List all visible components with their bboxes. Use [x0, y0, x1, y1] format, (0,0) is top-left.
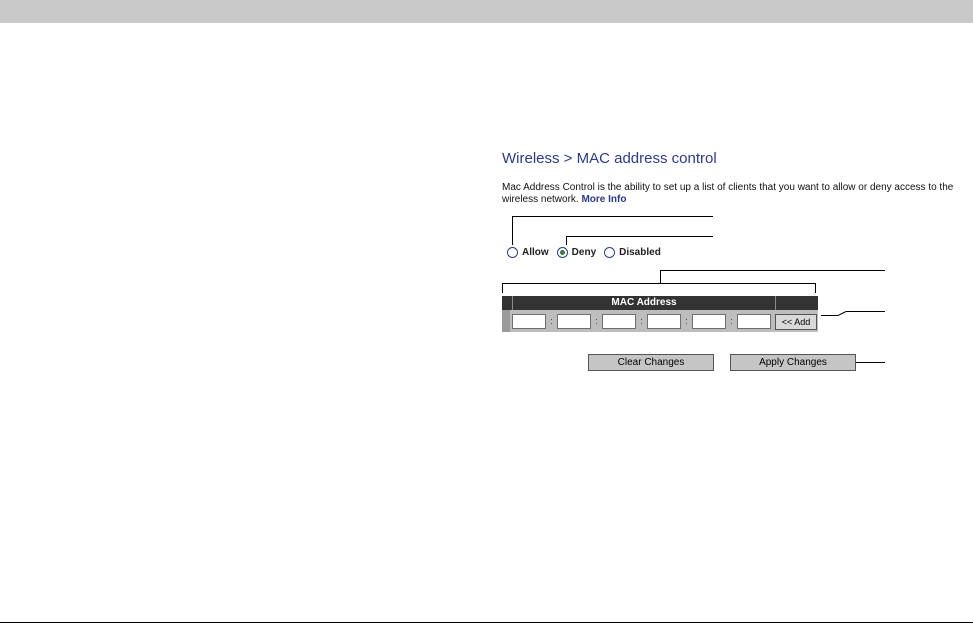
mac-separator: : — [685, 316, 688, 326]
mac-separator: : — [730, 316, 733, 326]
mac-octet-4[interactable] — [647, 314, 681, 329]
mac-octet-5[interactable] — [692, 314, 726, 329]
mac-octet-2[interactable] — [557, 314, 591, 329]
radio-allow[interactable]: Allow — [507, 247, 549, 258]
radio-disabled-circle[interactable] — [604, 247, 616, 258]
add-mac-button[interactable]: << Add — [775, 314, 817, 330]
callout-bracket-mac-table — [502, 283, 816, 293]
radio-deny[interactable]: Deny — [556, 247, 597, 258]
more-info-link[interactable]: More Info — [581, 194, 626, 205]
mac-address-fields: : : : : : — [512, 314, 771, 329]
radio-allow-circle[interactable] — [507, 247, 518, 258]
callout-line-allow — [512, 216, 713, 245]
mac-separator: : — [550, 316, 553, 326]
mac-row-strip — [502, 310, 510, 332]
callout-line-mac-table — [660, 270, 885, 283]
bottom-rule — [0, 622, 973, 623]
access-mode-group: Allow Deny Disabled — [507, 247, 669, 258]
radio-disabled-label: Disabled — [619, 247, 661, 258]
page-description: Mac Address Control is the ability to se… — [502, 182, 973, 206]
radio-disabled[interactable]: Disabled — [604, 247, 661, 258]
mac-octet-1[interactable] — [512, 314, 546, 329]
mac-address-header: MAC Address — [512, 296, 776, 310]
mac-octet-6[interactable] — [737, 314, 771, 329]
mac-table-header: MAC Address — [502, 296, 818, 310]
callout-line-add — [821, 311, 885, 316]
apply-changes-button[interactable]: Apply Changes — [730, 354, 856, 371]
clear-changes-button[interactable]: Clear Changes — [588, 354, 714, 371]
callout-lines — [502, 216, 885, 363]
radio-deny-circle[interactable] — [556, 247, 568, 258]
radio-deny-label: Deny — [571, 247, 597, 258]
page-title: Wireless > MAC address control — [502, 150, 717, 167]
mac-separator: : — [640, 316, 643, 326]
mac-control-page: Wireless > MAC address control Mac Addre… — [0, 0, 973, 624]
mac-address-table: MAC Address : : : : : << Add — [502, 296, 818, 332]
description-text: Mac Address Control is the ability to se… — [502, 182, 954, 205]
radio-allow-label: Allow — [522, 247, 549, 258]
mac-separator: : — [595, 316, 598, 326]
mac-octet-3[interactable] — [602, 314, 636, 329]
callout-line-deny — [566, 236, 713, 245]
